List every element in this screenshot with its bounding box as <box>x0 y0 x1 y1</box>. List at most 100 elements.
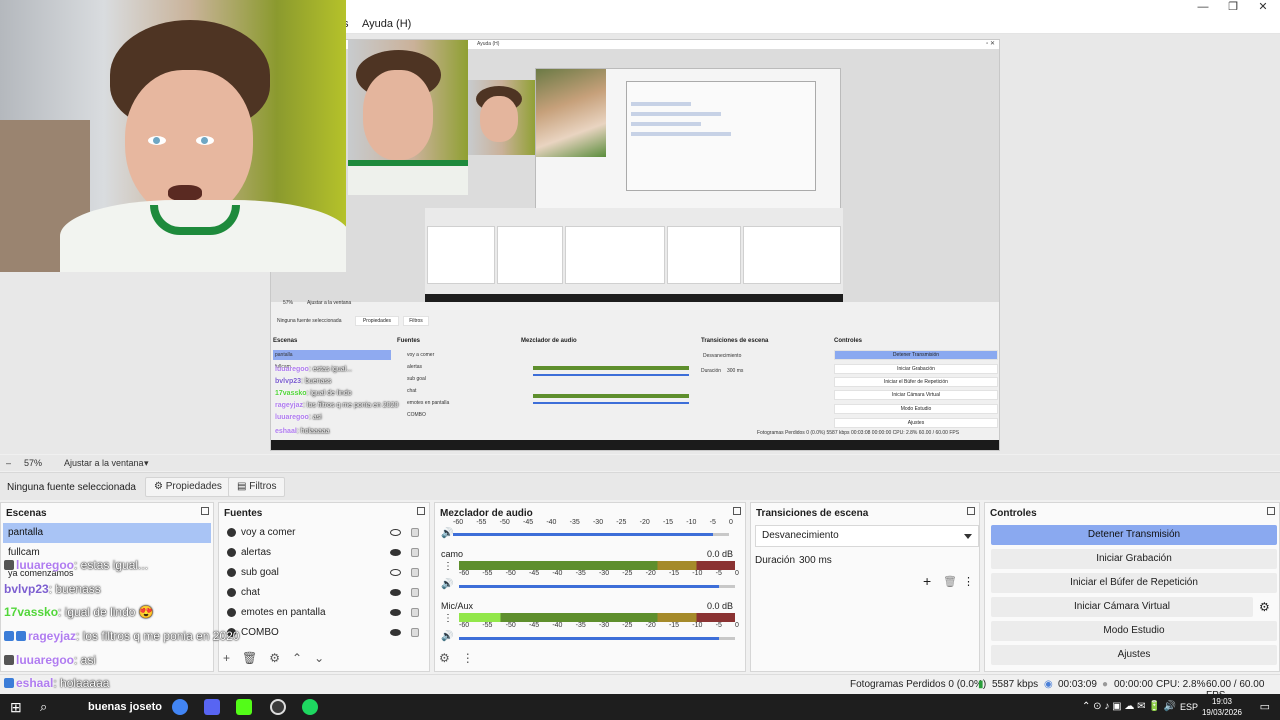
settings-button[interactable]: Ajustes <box>991 645 1277 665</box>
source-item[interactable]: sub goal <box>223 563 425 583</box>
sources-title: Fuentes <box>224 508 263 519</box>
minimize-button[interactable]: — <box>1186 0 1220 14</box>
source-label: COMBO <box>241 627 279 637</box>
more-icon[interactable]: ⋮ <box>462 651 474 665</box>
stop-stream-button[interactable]: Detener Transmisión <box>991 525 1277 545</box>
more-icon[interactable]: ⋮ <box>963 575 974 588</box>
source-item[interactable]: emotes en pantalla <box>223 603 425 623</box>
visibility-icon[interactable] <box>390 629 401 636</box>
source-label: emotes en pantalla <box>241 607 326 618</box>
trash-icon[interactable]: 🗑 <box>943 575 957 588</box>
lock-icon[interactable] <box>411 628 419 637</box>
lock-icon[interactable] <box>411 588 419 597</box>
studio-mode-button[interactable]: Modo Estudio <box>991 621 1277 641</box>
speaker-icon[interactable]: 🔊 <box>441 631 453 642</box>
more-icon[interactable]: ⋮ <box>443 562 453 572</box>
chevron-down-icon[interactable]: ⌄ <box>314 651 324 665</box>
speaker-icon[interactable]: 🔊 <box>441 528 453 539</box>
lock-icon[interactable] <box>411 528 419 537</box>
mini-duration-label: Duración <box>701 368 722 374</box>
nested-obs-window-inner <box>626 81 816 191</box>
channel-name: Mic/Aux <box>441 601 474 611</box>
start-replay-buffer-button[interactable]: Iniciar el Búfer de Repetición <box>991 573 1277 593</box>
visibility-icon[interactable] <box>390 529 401 536</box>
mini-zoom: 57% <box>283 300 294 306</box>
source-label: alertas <box>241 547 272 558</box>
discord-icon[interactable] <box>204 699 220 715</box>
sources-dock: Fuentes voy a comer alertas sub goal cha… <box>218 502 430 672</box>
sources-toolbar: + 🗑 ⚙ ⌃ ⌄ <box>223 651 336 667</box>
scene-fullcam[interactable]: fullcam <box>3 543 211 563</box>
bitrate: 5587 kbps <box>992 679 1039 690</box>
taskbar-search-text[interactable]: buenas joseto <box>88 701 162 713</box>
windows-icon[interactable]: ⊞ <box>10 699 26 715</box>
transitions-dock: Transiciones de escena Desvanecimiento D… <box>750 502 980 672</box>
maximize-button[interactable]: ❐ <box>1216 0 1250 14</box>
gear-icon[interactable]: ⚙ <box>1259 600 1270 614</box>
float-icon[interactable] <box>201 507 209 515</box>
visibility-icon[interactable] <box>390 569 401 576</box>
gear-icon[interactable]: ⚙ <box>439 651 450 665</box>
language-indicator[interactable]: ESP <box>1180 702 1198 712</box>
duration-input[interactable]: 300 ms <box>799 555 832 566</box>
chevron-down-icon[interactable]: ▾ <box>144 458 149 469</box>
lock-icon[interactable] <box>411 568 419 577</box>
float-icon[interactable] <box>417 507 425 515</box>
duration-label: Duración <box>755 555 796 566</box>
clock[interactable]: 19:03 19/03/2026 <box>1202 696 1242 718</box>
mini-fit: Ajustar a la ventana <box>307 300 352 306</box>
lock-icon[interactable] <box>411 608 419 617</box>
mini-chat-line: bvlvp23: buenass <box>275 378 332 385</box>
obs-icon[interactable] <box>270 699 286 715</box>
nested-webcam-3 <box>536 69 606 157</box>
start-recording-button[interactable]: Iniciar Grabación <box>991 549 1277 569</box>
mixer-title: Mezclador de audio <box>440 508 533 519</box>
more-icon[interactable]: ⋮ <box>443 614 453 624</box>
zoom-percent[interactable]: 57% <box>24 458 42 468</box>
lock-icon[interactable] <box>411 548 419 557</box>
float-icon[interactable] <box>1267 507 1275 515</box>
volume-slider[interactable] <box>453 533 729 536</box>
source-item[interactable]: COMBO <box>223 623 425 637</box>
zoom-fit-select[interactable]: Ajustar a la ventana <box>64 458 144 468</box>
filters-button[interactable]: ▤ Filtros <box>228 477 286 497</box>
audio-meter-camo <box>459 561 735 570</box>
mini-scene-pantalla: pantalla <box>275 352 293 358</box>
stream-icon: ◉ <box>1044 679 1053 690</box>
tray-icons[interactable]: ⌃ ⊙ ♪ ▣ ☁ ✉ 🔋 🔊 <box>1082 701 1176 712</box>
kick-icon[interactable] <box>236 699 252 715</box>
add-icon[interactable]: + <box>923 573 931 589</box>
visibility-icon[interactable] <box>390 609 401 616</box>
gear-icon[interactable]: ⚙ <box>269 651 280 665</box>
mini-obs-panels: 57% Ajustar a la ventana Ninguna fuente … <box>271 300 999 442</box>
mini-mixer-title: Mezclador de audio <box>521 338 577 344</box>
zoom-dash[interactable]: – <box>6 458 11 468</box>
scene-pantalla[interactable]: pantalla <box>3 523 211 543</box>
transition-select[interactable]: Desvanecimiento <box>755 525 979 547</box>
float-icon[interactable] <box>967 507 975 515</box>
volume-slider[interactable] <box>459 637 735 640</box>
search-icon[interactable]: ⌕ <box>40 699 56 715</box>
source-item[interactable]: voy a comer <box>223 523 425 543</box>
chevron-up-icon[interactable]: ⌃ <box>292 651 302 665</box>
menu-item-help[interactable]: Ayuda (H) <box>362 18 411 30</box>
scene-ya-comenzamos[interactable]: ya comenzamos <box>3 563 211 583</box>
visibility-icon[interactable] <box>390 589 401 596</box>
add-icon[interactable]: + <box>223 651 230 665</box>
spotify-icon[interactable] <box>302 699 318 715</box>
trash-icon[interactable]: 🗑 <box>242 651 257 665</box>
record-time: 00:00:00 <box>1114 679 1153 690</box>
speaker-icon[interactable]: 🔊 <box>441 579 453 590</box>
chrome-icon[interactable] <box>172 699 188 715</box>
start-virtual-camera-button[interactable]: Iniciar Cámara Virtual <box>991 597 1253 617</box>
volume-slider[interactable] <box>459 585 735 588</box>
source-item[interactable]: alertas <box>223 543 425 563</box>
mixer-ticks: -60 -55 -50 -45 -40 -35 -30 -25 -20 -15 -10 -5 0 <box>459 570 739 577</box>
preview-canvas[interactable]: Ayuda (H) ▫ ✕ 57% Ajustar a la ventana N… <box>270 39 1000 451</box>
source-item[interactable]: chat <box>223 583 425 603</box>
visibility-icon[interactable] <box>390 549 401 556</box>
float-icon[interactable] <box>733 507 741 515</box>
notification-icon[interactable]: ▭ <box>1260 700 1270 713</box>
properties-button[interactable]: ⚙ Propiedades <box>145 477 231 497</box>
close-button[interactable]: ✕ <box>1246 0 1280 14</box>
